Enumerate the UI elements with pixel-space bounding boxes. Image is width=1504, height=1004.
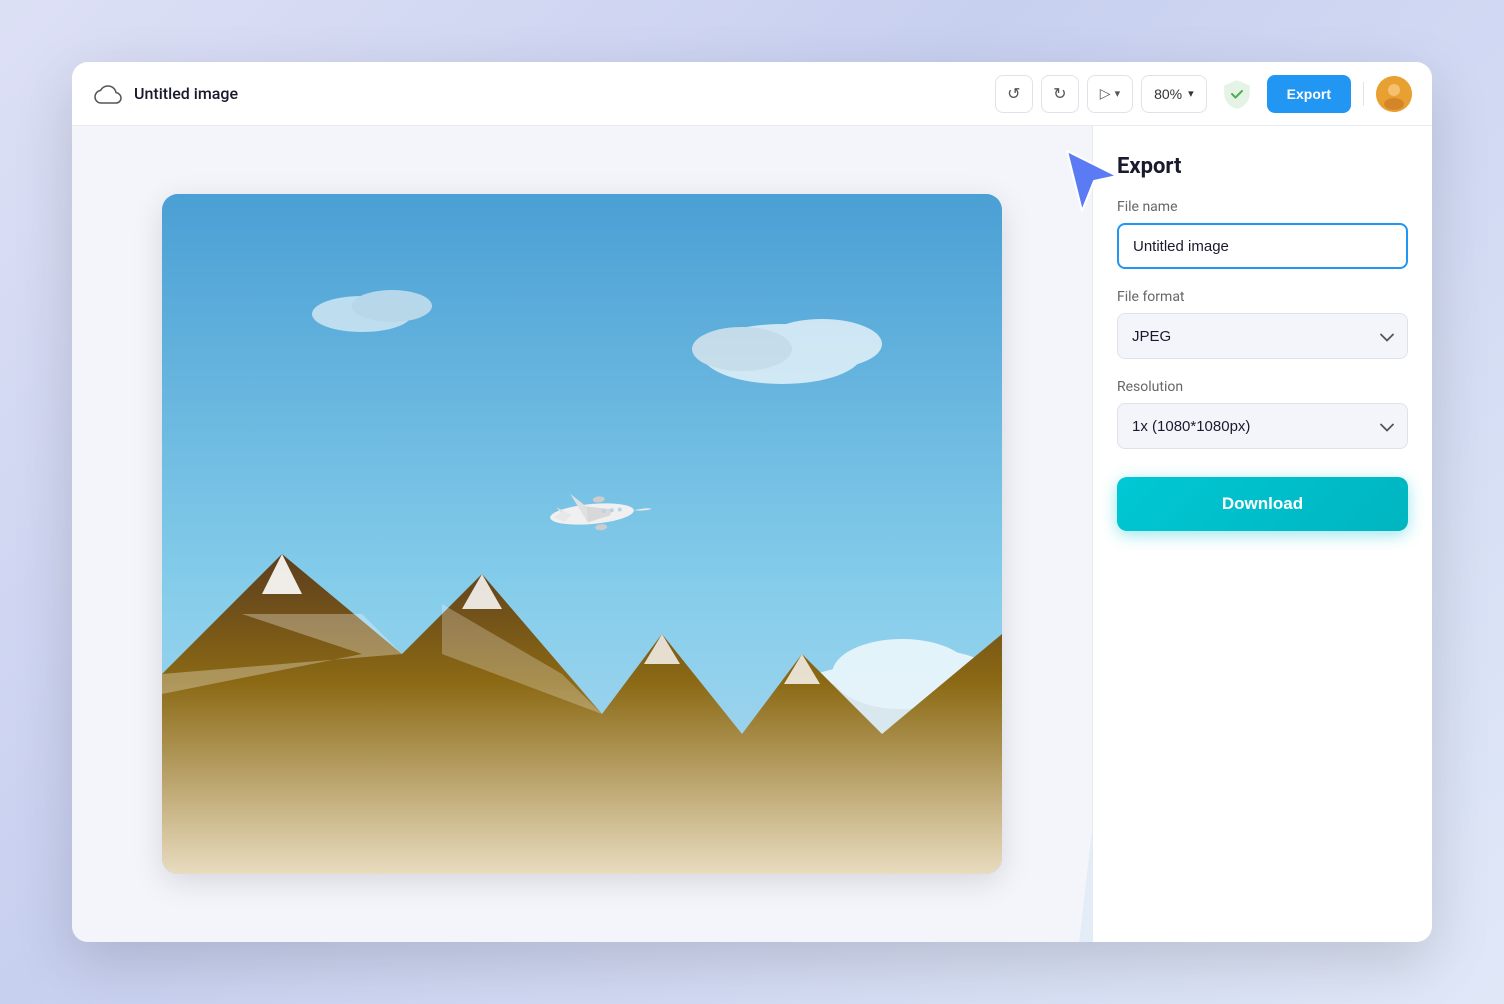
zoom-button[interactable]: 80% ▾ bbox=[1141, 75, 1207, 113]
header: Untitled image ↺ ↻ ▷ ▾ 80% ▾ bbox=[72, 62, 1432, 126]
header-toolbar: ↺ ↻ ▷ ▾ 80% ▾ bbox=[995, 75, 1207, 113]
app-window: Untitled image ↺ ↻ ▷ ▾ 80% ▾ bbox=[72, 62, 1432, 942]
resolution-select[interactable]: 1x (1080*1080px) 2x (2160*2160px) 3x (32… bbox=[1117, 403, 1408, 449]
main-content: Export File name File format JPEG PNG We… bbox=[72, 126, 1432, 942]
redo-button[interactable]: ↻ bbox=[1041, 75, 1079, 113]
resolution-group: Resolution 1x (1080*1080px) 2x (2160*216… bbox=[1117, 379, 1408, 449]
play-button[interactable]: ▷ ▾ bbox=[1087, 75, 1133, 113]
download-button[interactable]: Download bbox=[1117, 477, 1408, 531]
user-avatar[interactable] bbox=[1376, 76, 1412, 112]
image-canvas bbox=[162, 194, 1002, 874]
export-panel-title: Export bbox=[1117, 154, 1408, 179]
header-left: Untitled image bbox=[92, 78, 983, 110]
file-format-label: File format bbox=[1117, 289, 1408, 305]
file-name-label: File name bbox=[1117, 199, 1408, 215]
canvas-area bbox=[72, 126, 1092, 942]
undo-button[interactable]: ↺ bbox=[995, 75, 1033, 113]
file-format-group: File format JPEG PNG WebP SVG bbox=[1117, 289, 1408, 359]
file-name-input[interactable] bbox=[1117, 223, 1408, 269]
export-button[interactable]: Export bbox=[1267, 75, 1351, 113]
file-format-select[interactable]: JPEG PNG WebP SVG bbox=[1117, 313, 1408, 359]
resolution-select-wrapper: 1x (1080*1080px) 2x (2160*2160px) 3x (32… bbox=[1117, 403, 1408, 449]
file-name-group: File name bbox=[1117, 199, 1408, 269]
export-panel: Export File name File format JPEG PNG We… bbox=[1092, 126, 1432, 942]
play-icon: ▷ bbox=[1100, 85, 1111, 102]
cloud-icon bbox=[92, 78, 124, 110]
header-divider bbox=[1363, 82, 1364, 106]
cursor-arrow bbox=[1062, 146, 1122, 206]
play-chevron-icon: ▾ bbox=[1115, 87, 1121, 100]
zoom-value: 80% bbox=[1154, 86, 1182, 102]
zoom-chevron-icon: ▾ bbox=[1188, 87, 1194, 100]
file-format-select-wrapper: JPEG PNG WebP SVG bbox=[1117, 313, 1408, 359]
resolution-label: Resolution bbox=[1117, 379, 1408, 395]
shield-button[interactable] bbox=[1219, 76, 1255, 112]
header-right: Export bbox=[1219, 75, 1412, 113]
document-title: Untitled image bbox=[134, 84, 238, 103]
